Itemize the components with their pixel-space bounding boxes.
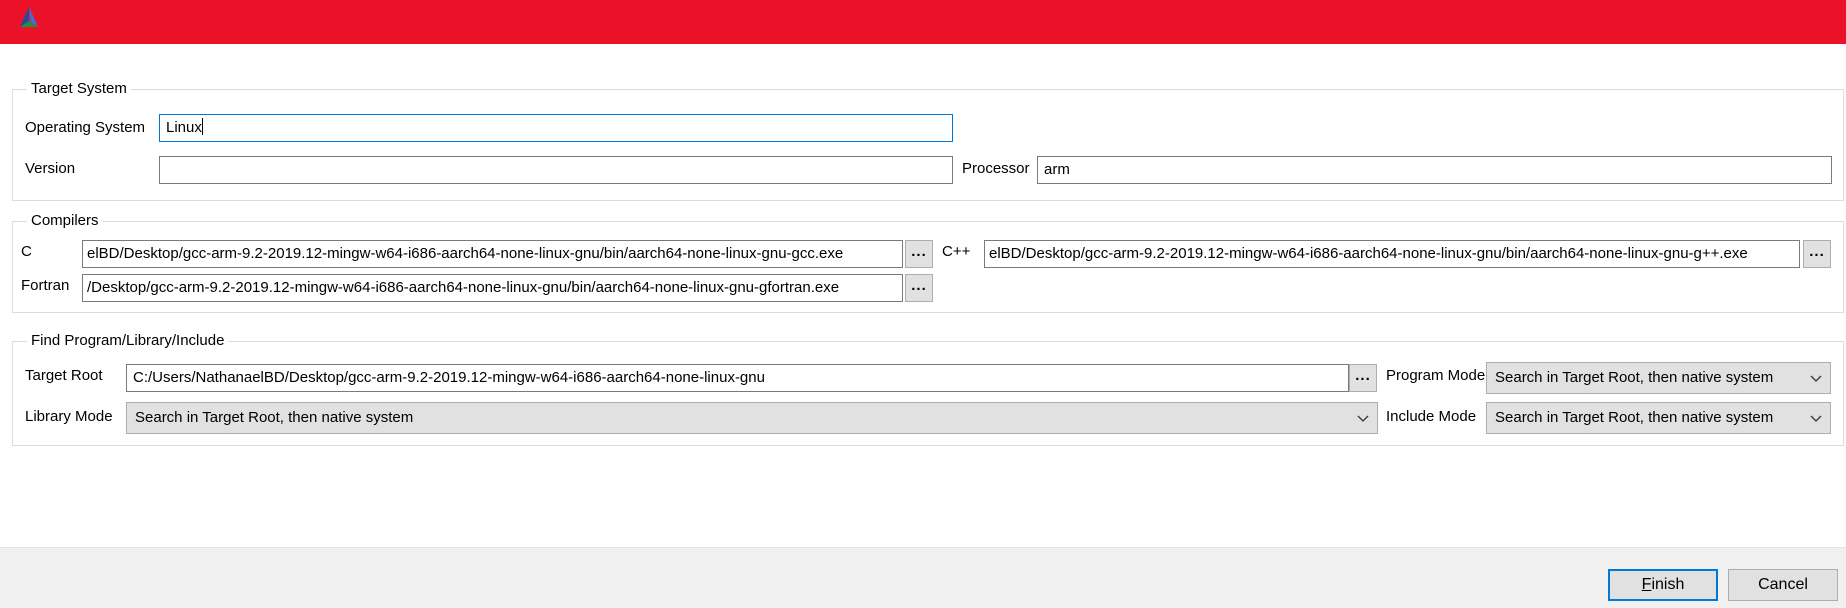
finish-label: inish — [1651, 576, 1685, 593]
operating-system-input[interactable]: Linux — [159, 114, 953, 142]
processor-input[interactable]: arm — [1037, 156, 1832, 184]
version-label: Version — [25, 160, 76, 177]
library-mode-label: Library Mode — [25, 408, 113, 425]
program-mode-value: Search in Target Root, then native syste… — [1495, 369, 1774, 386]
title-bar — [0, 0, 1846, 44]
dialog-content: Target System Operating System Linux Ver… — [0, 44, 1846, 547]
cxx-compiler-label: C++ — [942, 243, 971, 260]
compilers-title: Compilers — [27, 212, 103, 230]
finish-mnemonic: F — [1641, 576, 1652, 593]
program-mode-label: Program Mode — [1386, 367, 1486, 384]
include-mode-value: Search in Target Root, then native syste… — [1495, 409, 1774, 426]
compilers-group: Compilers C elBD/Desktop/gcc-arm-9.2-201… — [12, 212, 1844, 313]
processor-label: Processor — [962, 160, 1030, 177]
target-system-group: Target System Operating System Linux Ver… — [12, 80, 1844, 201]
version-input[interactable] — [159, 156, 953, 184]
library-mode-select[interactable]: Search in Target Root, then native syste… — [126, 402, 1378, 434]
c-compiler-input[interactable]: elBD/Desktop/gcc-arm-9.2-2019.12-mingw-w… — [82, 240, 903, 268]
target-root-browse-button[interactable]: ... — [1349, 364, 1377, 392]
cmake-triangle-icon — [16, 5, 42, 31]
include-mode-select[interactable]: Search in Target Root, then native syste… — [1486, 402, 1831, 434]
dialog-footer: Finish Cancel — [0, 547, 1846, 608]
target-system-title: Target System — [27, 80, 131, 98]
find-title: Find Program/Library/Include — [27, 332, 229, 350]
chevron-down-icon — [1810, 415, 1822, 422]
operating-system-label: Operating System — [25, 119, 146, 136]
cancel-button[interactable]: Cancel — [1728, 569, 1838, 601]
text-caret — [201, 118, 203, 135]
chevron-down-icon — [1810, 375, 1822, 382]
fortran-compiler-browse-button[interactable]: ... — [905, 274, 933, 302]
find-group: Find Program/Library/Include Target Root… — [12, 332, 1844, 446]
finish-button[interactable]: Finish — [1608, 569, 1718, 601]
fortran-compiler-input[interactable]: /Desktop/gcc-arm-9.2-2019.12-mingw-w64-i… — [82, 274, 903, 302]
cxx-compiler-browse-button[interactable]: ... — [1803, 240, 1831, 268]
library-mode-value: Search in Target Root, then native syste… — [135, 409, 414, 426]
chevron-down-icon — [1357, 415, 1369, 422]
fortran-compiler-label: Fortran — [21, 277, 70, 294]
target-root-label: Target Root — [25, 367, 103, 384]
c-compiler-browse-button[interactable]: ... — [905, 240, 933, 268]
include-mode-label: Include Mode — [1386, 408, 1477, 425]
cxx-compiler-input[interactable]: elBD/Desktop/gcc-arm-9.2-2019.12-mingw-w… — [984, 240, 1800, 268]
program-mode-select[interactable]: Search in Target Root, then native syste… — [1486, 362, 1831, 394]
target-root-input[interactable]: C:/Users/NathanaelBD/Desktop/gcc-arm-9.2… — [126, 364, 1349, 392]
c-compiler-label: C — [21, 243, 32, 260]
